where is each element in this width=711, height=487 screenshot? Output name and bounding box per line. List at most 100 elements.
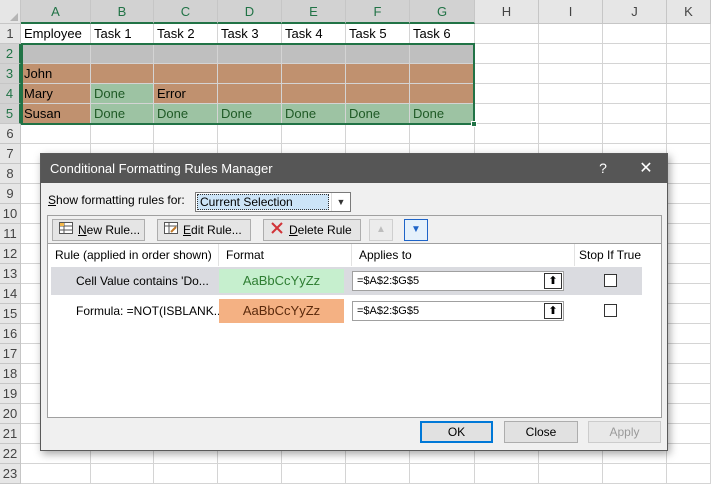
sheet-cell[interactable]: [667, 144, 711, 164]
sheet-cell[interactable]: [667, 304, 711, 324]
sheet-cell[interactable]: Task 1: [91, 24, 154, 44]
sheet-cell[interactable]: Task 5: [346, 24, 410, 44]
sheet-cell[interactable]: [475, 44, 539, 64]
sheet-cell[interactable]: [667, 44, 711, 64]
edit-rule-button[interactable]: Edit Rule...: [157, 219, 251, 241]
sheet-cell[interactable]: [667, 364, 711, 384]
sheet-cell[interactable]: [218, 84, 282, 104]
sheet-cell[interactable]: [410, 44, 475, 64]
row-header[interactable]: 14: [0, 284, 21, 304]
sheet-cell[interactable]: [603, 24, 667, 44]
sheet-cell[interactable]: [603, 104, 667, 124]
sheet-cell[interactable]: [91, 464, 154, 484]
sheet-cell[interactable]: [667, 124, 711, 144]
rule-row[interactable]: Formula: =NOT(ISBLANK... AaBbCcYyZz =$A$…: [51, 297, 642, 325]
sheet-cell[interactable]: Done: [154, 104, 218, 124]
sheet-cell[interactable]: [282, 64, 346, 84]
sheet-cell[interactable]: [218, 464, 282, 484]
close-button[interactable]: Close: [504, 421, 578, 443]
close-icon[interactable]: ✕: [633, 154, 659, 183]
row-header[interactable]: 20: [0, 404, 21, 424]
sheet-cell[interactable]: [667, 224, 711, 244]
applies-to-field[interactable]: =$A$2:$G$5 ⬆: [352, 271, 564, 291]
sheet-cell[interactable]: [346, 84, 410, 104]
sheet-cell[interactable]: John: [21, 64, 91, 84]
sheet-cell[interactable]: [667, 344, 711, 364]
sheet-cell[interactable]: [667, 404, 711, 424]
row-header[interactable]: 7: [0, 144, 21, 164]
sheet-cell[interactable]: [667, 64, 711, 84]
column-header[interactable]: D: [218, 0, 282, 24]
row-header[interactable]: 23: [0, 464, 21, 484]
column-header[interactable]: J: [603, 0, 667, 24]
sheet-cell[interactable]: [218, 44, 282, 64]
sheet-cell[interactable]: [475, 84, 539, 104]
row-header[interactable]: 3: [0, 64, 21, 84]
sheet-cell[interactable]: [410, 464, 475, 484]
sheet-cell[interactable]: [475, 104, 539, 124]
sheet-cell[interactable]: [667, 324, 711, 344]
row-header[interactable]: 22: [0, 444, 21, 464]
sheet-cell[interactable]: [539, 64, 603, 84]
sheet-cell[interactable]: Done: [346, 104, 410, 124]
rule-row[interactable]: Cell Value contains 'Do... AaBbCcYyZz =$…: [51, 267, 642, 295]
applies-to-field[interactable]: =$A$2:$G$5 ⬆: [352, 301, 564, 321]
sheet-cell[interactable]: Done: [410, 104, 475, 124]
sheet-cell[interactable]: [539, 104, 603, 124]
row-header[interactable]: 18: [0, 364, 21, 384]
show-rules-dropdown[interactable]: Current Selection ▼: [195, 192, 351, 212]
sheet-cell[interactable]: [667, 264, 711, 284]
sheet-cell[interactable]: Error: [154, 84, 218, 104]
row-header[interactable]: 5: [0, 104, 21, 124]
collapse-range-icon[interactable]: ⬆: [544, 303, 562, 319]
sheet-cell[interactable]: [667, 464, 711, 484]
sheet-cell[interactable]: Done: [218, 104, 282, 124]
sheet-cell[interactable]: [603, 124, 667, 144]
sheet-cell[interactable]: Task 4: [282, 24, 346, 44]
stop-if-true-checkbox[interactable]: [604, 304, 617, 317]
sheet-cell[interactable]: [21, 124, 91, 144]
new-rule-button[interactable]: New Rule...: [52, 219, 145, 241]
sheet-cell[interactable]: [91, 64, 154, 84]
sheet-cell[interactable]: [667, 84, 711, 104]
sheet-cell[interactable]: Susan: [21, 104, 91, 124]
sheet-cell[interactable]: [218, 64, 282, 84]
sheet-cell[interactable]: [410, 124, 475, 144]
row-header[interactable]: 4: [0, 84, 21, 104]
row-header[interactable]: 16: [0, 324, 21, 344]
sheet-cell[interactable]: [539, 464, 603, 484]
sheet-cell[interactable]: [154, 464, 218, 484]
sheet-cell[interactable]: [21, 44, 91, 64]
sheet-cell[interactable]: [410, 84, 475, 104]
sheet-cell[interactable]: [667, 24, 711, 44]
sheet-cell[interactable]: Task 6: [410, 24, 475, 44]
sheet-cell[interactable]: [539, 84, 603, 104]
sheet-cell[interactable]: [282, 84, 346, 104]
sheet-cell[interactable]: Task 2: [154, 24, 218, 44]
sheet-cell[interactable]: [346, 64, 410, 84]
row-header[interactable]: 21: [0, 424, 21, 444]
sheet-cell[interactable]: [346, 124, 410, 144]
sheet-cell[interactable]: [539, 24, 603, 44]
sheet-cell[interactable]: Task 3: [218, 24, 282, 44]
column-header[interactable]: G: [410, 0, 475, 24]
row-header[interactable]: 17: [0, 344, 21, 364]
row-header[interactable]: 6: [0, 124, 21, 144]
sheet-cell[interactable]: [603, 44, 667, 64]
sheet-cell[interactable]: [667, 444, 711, 464]
sheet-cell[interactable]: [667, 164, 711, 184]
fill-handle[interactable]: [471, 121, 477, 127]
sheet-cell[interactable]: [475, 124, 539, 144]
sheet-cell[interactable]: [410, 64, 475, 84]
sheet-cell[interactable]: [282, 464, 346, 484]
row-header[interactable]: 12: [0, 244, 21, 264]
column-header[interactable]: H: [475, 0, 539, 24]
sheet-cell[interactable]: Done: [91, 84, 154, 104]
sheet-cell[interactable]: Mary: [21, 84, 91, 104]
help-button[interactable]: ?: [593, 154, 613, 183]
sheet-cell[interactable]: [154, 64, 218, 84]
sheet-cell[interactable]: Done: [91, 104, 154, 124]
sheet-cell[interactable]: [91, 44, 154, 64]
move-down-button[interactable]: ▼: [404, 219, 428, 241]
chevron-down-icon[interactable]: ▼: [331, 193, 350, 211]
